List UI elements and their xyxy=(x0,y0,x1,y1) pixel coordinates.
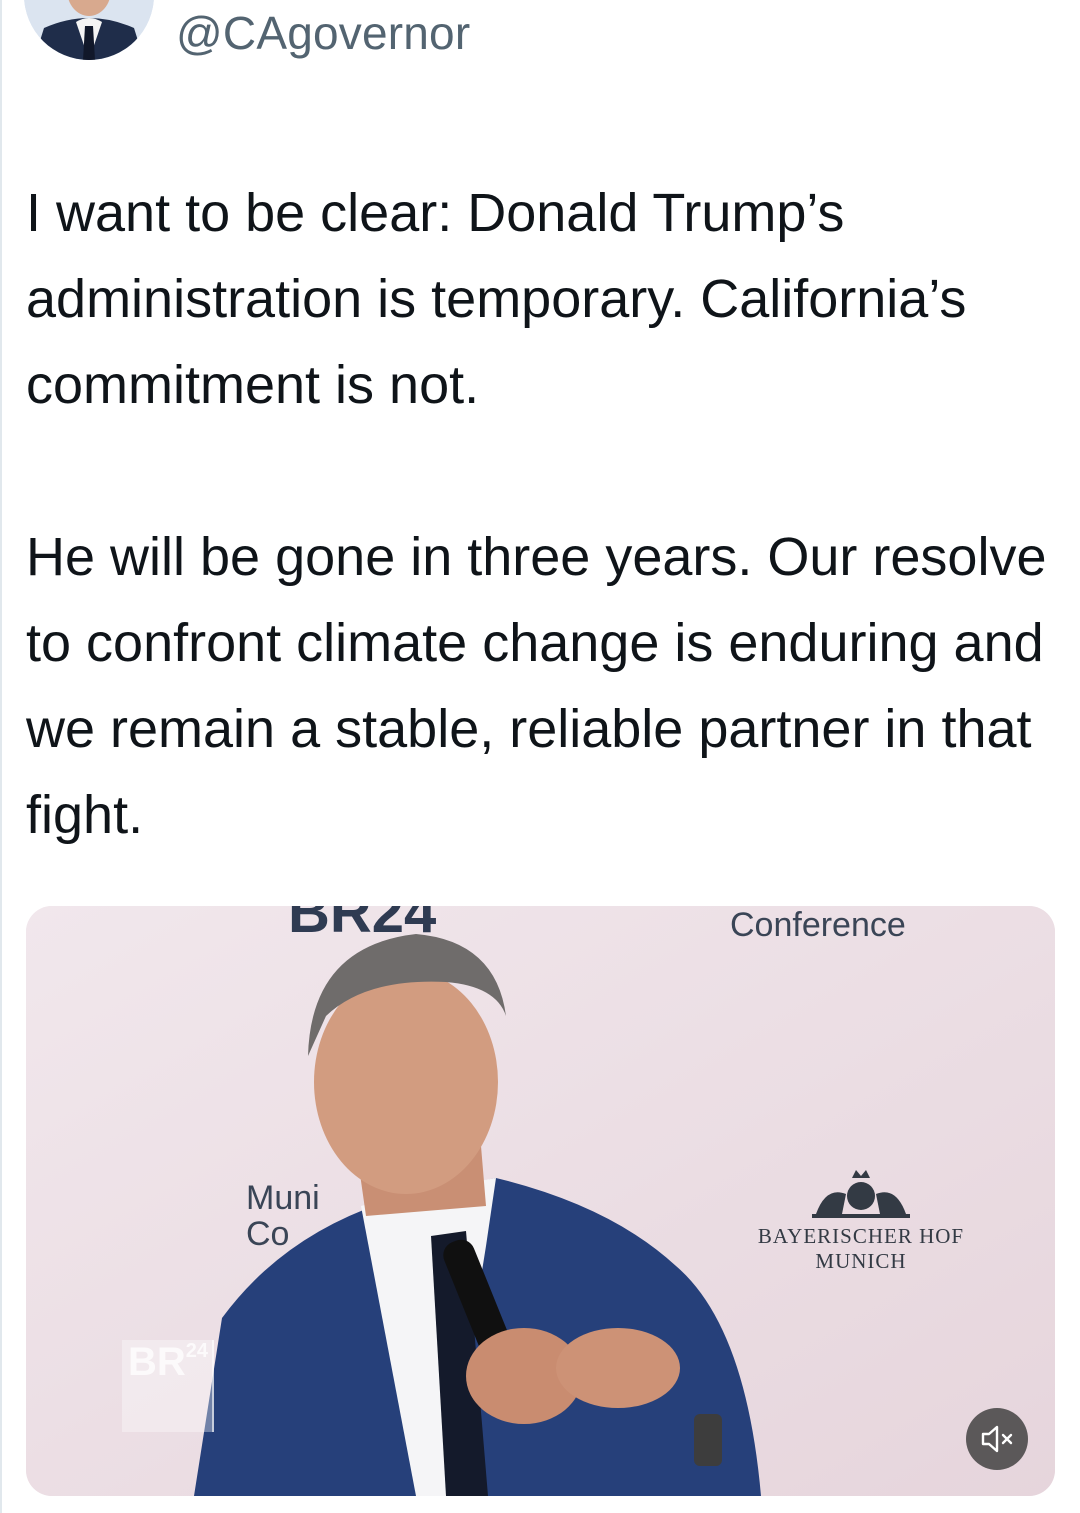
broadcaster-bug-text: BR xyxy=(128,1340,186,1384)
hotel-logo: BAYERISCHER HOF MUNICH xyxy=(726,1164,996,1274)
user-handle[interactable]: @CAgovernor xyxy=(176,6,470,60)
tweet-paragraph-2: He will be gone in three years. Our reso… xyxy=(26,527,1047,845)
backdrop-conference-text: Conference xyxy=(730,906,906,944)
backdrop-munich-line-2: Co xyxy=(246,1215,290,1253)
backdrop-munich-line-1: Muni xyxy=(246,1179,320,1217)
crest-icon xyxy=(812,1170,910,1218)
mute-button[interactable] xyxy=(966,1408,1028,1470)
tweet-paragraph-1: I want to be clear: Donald Trump’s admin… xyxy=(26,183,967,415)
tweet-text: I want to be clear: Donald Trump’s admin… xyxy=(26,170,1056,858)
hotel-logo-line-2: MUNICH xyxy=(815,1249,907,1273)
broadcaster-bug: BR24 xyxy=(122,1340,214,1432)
broadcaster-bug-number: 24 xyxy=(185,1340,209,1362)
backdrop-munich-text: Muni Co xyxy=(246,1180,320,1252)
avatar[interactable] xyxy=(24,0,154,60)
tweet-header: @CAgovernor xyxy=(0,0,1080,80)
video-player[interactable]: BR24 Conference Muni Co BAYERISCHER HOF … xyxy=(26,906,1055,1496)
hotel-logo-line-1: BAYERISCHER HOF xyxy=(757,1224,965,1248)
speaker-muted-icon xyxy=(981,1425,1013,1453)
left-border xyxy=(0,0,2,1513)
